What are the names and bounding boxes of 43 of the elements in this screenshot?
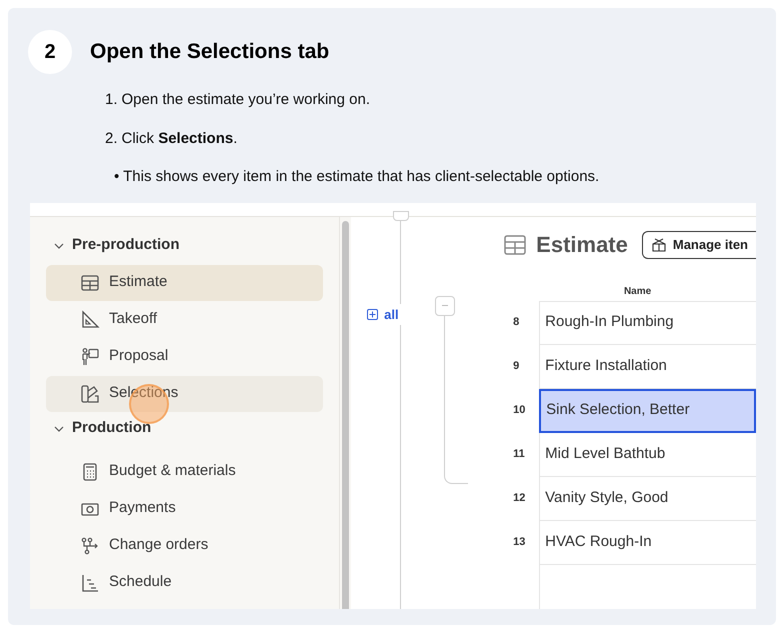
collapse-button[interactable] (435, 296, 456, 316)
sidebar-item[interactable]: Estimate (46, 264, 324, 300)
step-note: • This shows every item in the estimate that has client-selectable options. (114, 168, 600, 185)
column-header: Name (622, 284, 652, 298)
sidebar-item[interactable]: Takeoff (46, 302, 324, 338)
table-cell[interactable]: Vanity Style, Good (539, 476, 756, 520)
manage-items-button[interactable]: Manage iten (642, 230, 756, 258)
sidebar-item[interactable]: Change orders (46, 528, 324, 564)
step-title: Open the Selections tab (90, 39, 330, 66)
collapse-button[interactable] (393, 210, 410, 220)
table-icon (80, 272, 100, 292)
estimate-title: Estimate (536, 231, 628, 259)
boxes-icon (650, 238, 667, 252)
instruction-text: Click Selections. (122, 128, 238, 148)
table-cell[interactable]: Mid Level Bathtub (539, 432, 756, 476)
section-header[interactable]: Pre-production (54, 230, 180, 260)
sidebar-item[interactable]: Payments (46, 490, 324, 526)
row-number: 12 (513, 491, 526, 506)
instruction-text: Open the estimate you’re working on. (122, 90, 370, 110)
table-cell[interactable]: Rough-In Plumbing (539, 300, 756, 344)
list-number: 1. (105, 90, 118, 110)
presenter-icon (80, 346, 100, 366)
expand-all-link[interactable]: all (367, 304, 401, 325)
row-number: 11 (513, 447, 525, 462)
scrollbar[interactable] (342, 220, 350, 608)
row-number: 9 (513, 359, 520, 374)
sidebar-item[interactable]: Schedule (46, 564, 324, 600)
table-cell[interactable]: Sink Selection, Better (539, 388, 756, 432)
row-number: 8 (513, 315, 520, 330)
branch-icon (80, 536, 100, 556)
sidebar-item[interactable]: Budget & materials (46, 454, 324, 490)
list-number: 2. (105, 128, 118, 148)
section-header[interactable]: Production (54, 414, 152, 444)
step-number: 2 (28, 30, 72, 74)
chart-icon (80, 572, 100, 592)
table-icon (504, 234, 526, 254)
row-number: 10 (513, 403, 526, 418)
triangle-ruler-icon (80, 310, 100, 330)
row-number: 13 (513, 535, 526, 550)
plus-box-icon (367, 308, 378, 320)
table-cell[interactable]: HVAC Rough-In (539, 520, 756, 564)
sidebar-item[interactable]: Proposal (46, 338, 324, 374)
swatch-icon (80, 384, 100, 404)
